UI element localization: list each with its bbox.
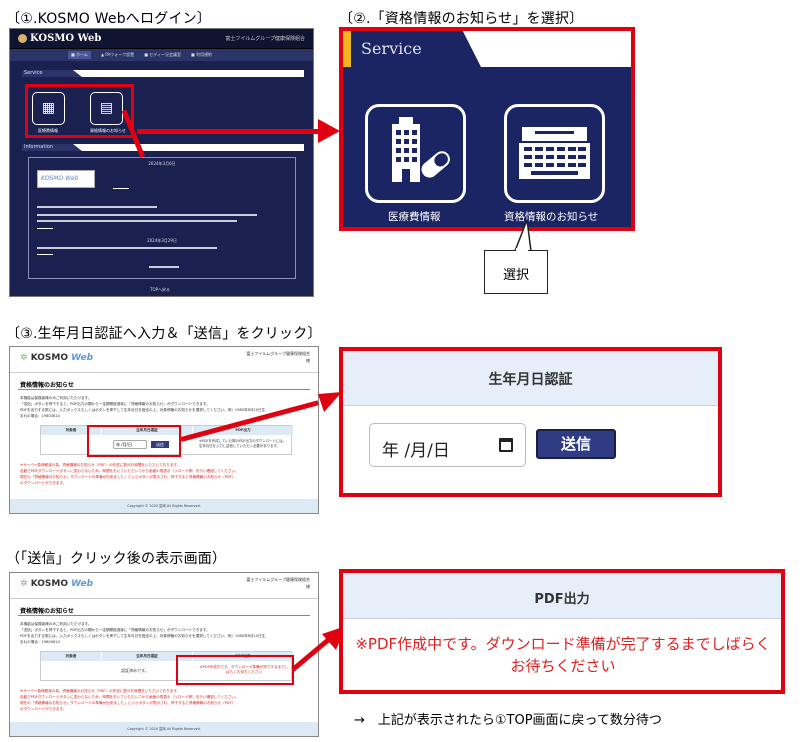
service-zoom: Service 医療費情報 資格情報のお知らせ [339, 27, 635, 231]
warning-text: のダウンロードができます。 [20, 707, 67, 711]
form-screenshot: ✲ KOSMO Web 富士フイルムグループ健康保険組合様 資格情報のお知らせ … [9, 346, 319, 514]
birthdate-input[interactable]: 年 /月/日 [369, 423, 526, 467]
page-title: 資格情報のお知らせ [20, 382, 74, 389]
warning-text: 自動でPDFダウンロードボタンに変わらないため、時間をおいていただいてから画面の… [20, 695, 239, 699]
service-highlight-box [25, 84, 134, 138]
back-to-top-link[interactable]: TOPへ戻る [150, 287, 170, 293]
kosmo-header: KOSMO Web 富士フイルムグループ健康保険組合 [10, 29, 313, 48]
warning-text: 自動でPDFダウンロードボタンに変わらないため、時間をおいていただいてから画面の… [20, 469, 239, 473]
hospital-pill-icon [392, 117, 450, 182]
kosmo-nav: ■ ホーム ▲ PAウォーク設置 ■ セディー兄会議室 ■ 利用規約 [10, 48, 313, 61]
intro-text: 本機能は保険者様のみご利用いただけます。 [20, 622, 92, 626]
callout-tail [513, 219, 532, 252]
send-button[interactable]: 送信 [536, 429, 616, 459]
service-zoom-label: Service [361, 39, 422, 58]
callout-text: 選択 [502, 268, 529, 283]
nav-item-home[interactable]: ■ ホーム [68, 51, 91, 59]
information-section-bar: Information [22, 144, 304, 151]
col-target: 対象者 [41, 652, 101, 661]
medical-cost-zoom-button[interactable] [365, 104, 466, 203]
step1-heading: 〔①.KOSMO Webへログイン〕 [6, 11, 211, 27]
intro-text: 「送信」ボタンを押下すると、PDF出力の欄から一定期間経過後に「資格情報のお知ら… [20, 402, 210, 406]
auth-highlight-box [87, 425, 181, 457]
pdf-note: ※PDFを作成していた際のPDF出力のダウンロードには、生年月日を入力し送信して… [199, 439, 287, 448]
page-footer: Copyright © 2020 富岡 All Rights Reserved. [10, 499, 318, 513]
authed-text: 認証済みです。 [121, 668, 149, 673]
nav-item-terms[interactable]: ■ 利用規約 [191, 52, 212, 58]
warning-text: 現在の「資格情報のお知らせ」ダウンロードの準備が出来ました」というボタンが表示さ… [20, 475, 236, 479]
page-footer: Copyright © 2020 富岡 All Rights Reserved. [10, 722, 318, 736]
arrow-1-head [318, 119, 340, 143]
kosmo-web-logo[interactable]: ✲ KOSMO Web [20, 353, 93, 363]
warning-text: ※サーバー負荷軽減の為、資格情報のお知らせ（PDF）の作成に数分お時間をいただい… [20, 463, 181, 467]
nav-item-walk[interactable]: ▲ PAウォーク設置 [101, 52, 134, 58]
medical-cost-zoom-label: 医療費情報 [388, 211, 441, 223]
pdf-creating-message: ※PDF作成中です。ダウンロード準備が完了するまでしばらくお待ちください [355, 635, 771, 675]
intro-text: PDFを出力する際には、入力ボックスもしくはボタンを押下して生年月日を指定の上、… [20, 408, 266, 412]
service-label: Service [24, 70, 43, 76]
qualification-notice-zoom-button[interactable] [504, 104, 605, 203]
kosmo-top-screenshot: KOSMO Web 富士フイルムグループ健康保険組合 ■ ホーム ▲ PAウォー… [9, 28, 314, 297]
pdf-highlight-box [176, 655, 294, 685]
information-label: Information [24, 144, 53, 150]
service-section-bar: Service [22, 70, 304, 77]
intro-text: まれの場合：19800810 [20, 414, 60, 418]
kosmo-logo[interactable]: KOSMO Web [18, 33, 101, 44]
intro-text: 本機能は保険者様のみご利用いただけます。 [20, 396, 92, 400]
warning-text: 現在の「資格情報のお知らせ」ダウンロードの準備が出来ました」というボタンが表示さ… [20, 701, 236, 705]
pdf-output-zoom: PDF出力 ※PDF作成中です。ダウンロード準備が完了するまでしばらくお待ちくだ… [339, 569, 785, 694]
kosmo-web-logo[interactable]: ✲ KOSMO Web [20, 579, 93, 589]
select-callout: 選択 [484, 250, 548, 294]
birthdate-auth-zoom: 生年月日認証 年 /月/日 送信 [339, 347, 722, 497]
step2-heading: 〔②.「資格情報のお知らせ」を選択〕 [339, 11, 584, 27]
date-placeholder: 年 /月/日 [382, 441, 450, 461]
step4-heading: （「送信」クリック後の表示画面） [6, 551, 227, 567]
warning-text: のダウンロードができます。 [20, 481, 67, 485]
step3-heading: 〔③.生年月日認証へ入力＆「送信」をクリック〕 [6, 326, 322, 342]
info-kosmo-card: KOSMO Web [37, 170, 95, 188]
card-terminal-icon [519, 127, 590, 179]
intro-text: PDFを出力する際には、入力ボックスもしくはボタンを押下して生年月日を指定の上、… [20, 634, 266, 638]
instruction-note: → 上記が表示されたら①TOP画面に戻って数分待つ [354, 713, 662, 728]
page-title: 資格情報のお知らせ [20, 608, 74, 615]
org-name: 富士フイルムグループ健康保険組合様 [246, 577, 310, 589]
intro-text: まれの場合：19800810 [20, 640, 60, 644]
nav-item-meeting[interactable]: ■ セディー兄会議室 [144, 52, 181, 58]
after-send-screenshot: ✲ KOSMO Web 富士フイルムグループ健康保険組合様 資格情報のお知らせ … [9, 572, 319, 737]
pdf-title: PDF出力 [534, 592, 590, 607]
calendar-icon[interactable] [499, 438, 513, 452]
logo-emblem-icon [18, 34, 27, 43]
warning-text: ※サーバー負荷軽減の為、資格情報のお知らせ（PDF）の作成に数分お時間をいただい… [20, 689, 181, 693]
auth-title: 生年月日認証 [488, 372, 573, 388]
info-date-2: 2024年3月29日 [147, 238, 177, 243]
information-panel: 2024年3月6日 KOSMO Web 2024年3月29日 [28, 157, 296, 279]
info-date-1: 2024年3月6日 [148, 161, 176, 166]
org-name: 富士フイルムグループ健康保険組合 [225, 36, 305, 42]
logo-text: KOSMO Web [30, 33, 102, 44]
org-name: 富士フイルムグループ健康保険組合様 [246, 351, 310, 363]
intro-text: 「送信」ボタンを押下すると、PDF出力の欄から一定期間経過後に「資格情報のお知ら… [20, 628, 210, 632]
